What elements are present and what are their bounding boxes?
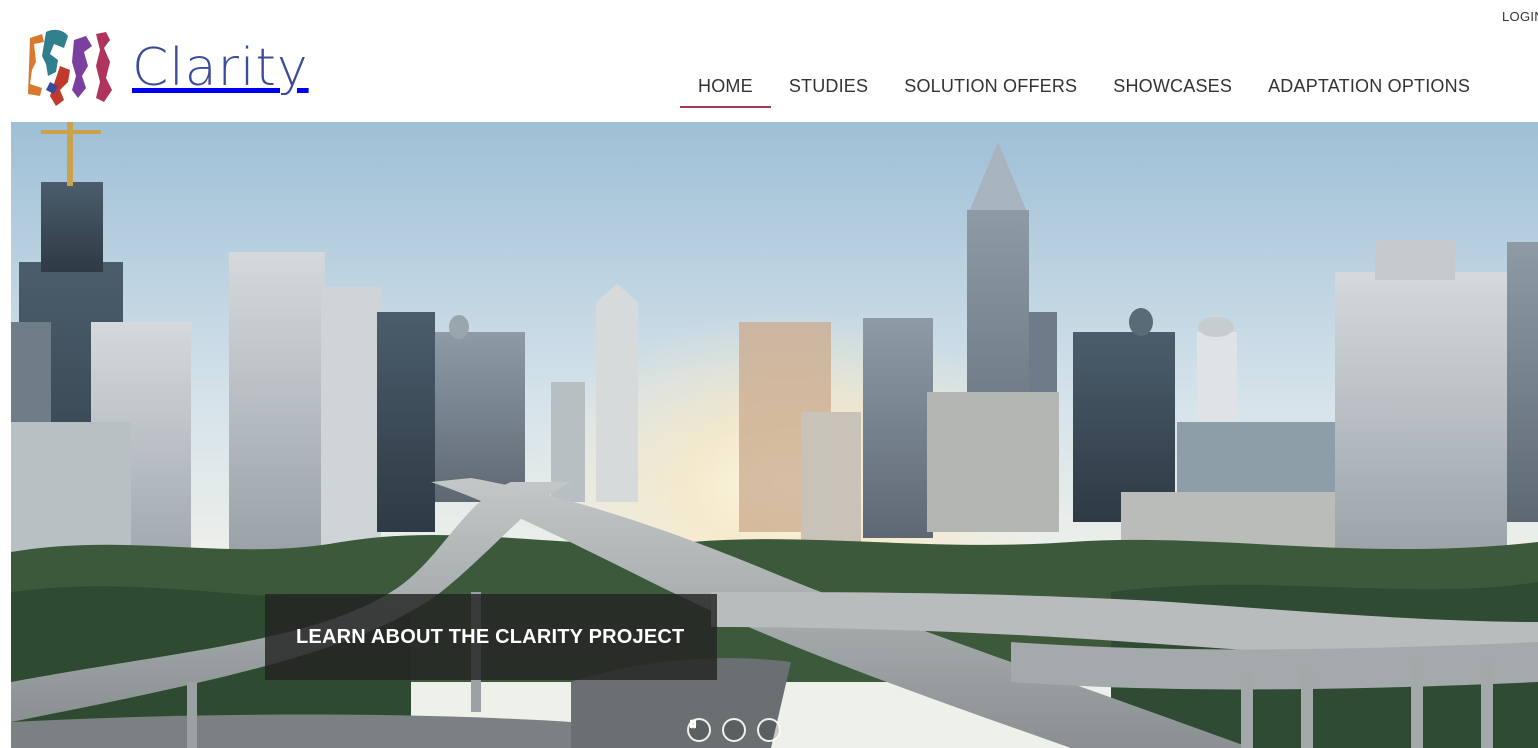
slide-caption[interactable]: LEARN ABOUT THE CLARITY PROJECT <box>265 594 717 680</box>
pause-icon[interactable] <box>690 718 746 742</box>
login-link[interactable]: LOGIN <box>1502 9 1538 24</box>
nav-showcases[interactable]: SHOWCASES <box>1095 68 1250 108</box>
nav-home[interactable]: HOME <box>680 68 771 108</box>
nav-solution-offers[interactable]: SOLUTION OFFERS <box>886 68 1095 108</box>
nav-adaptation-options[interactable]: ADAPTATION OPTIONS <box>1250 68 1488 108</box>
hero-cityscape-image <box>11 122 1538 748</box>
chevron-right-icon[interactable] <box>690 718 781 742</box>
logo-text: Clarity <box>132 38 309 98</box>
nav-studies[interactable]: STUDIES <box>771 68 886 108</box>
page: LOGIN Clarity HOME STUDIES SOLUTION OFFE… <box>0 0 1538 748</box>
main-nav: HOME STUDIES SOLUTION OFFERS SHOWCASES A… <box>680 68 1488 108</box>
clarity-logo[interactable]: Clarity <box>20 26 365 110</box>
slider-controls <box>687 718 781 742</box>
slide-caption-text: LEARN ABOUT THE CLARITY PROJECT <box>296 625 685 648</box>
site-header: LOGIN Clarity HOME STUDIES SOLUTION OFFE… <box>0 0 1538 122</box>
logo-mark-icon <box>28 29 112 106</box>
hero-slider: LEARN ABOUT THE CLARITY PROJECT <box>11 122 1538 748</box>
